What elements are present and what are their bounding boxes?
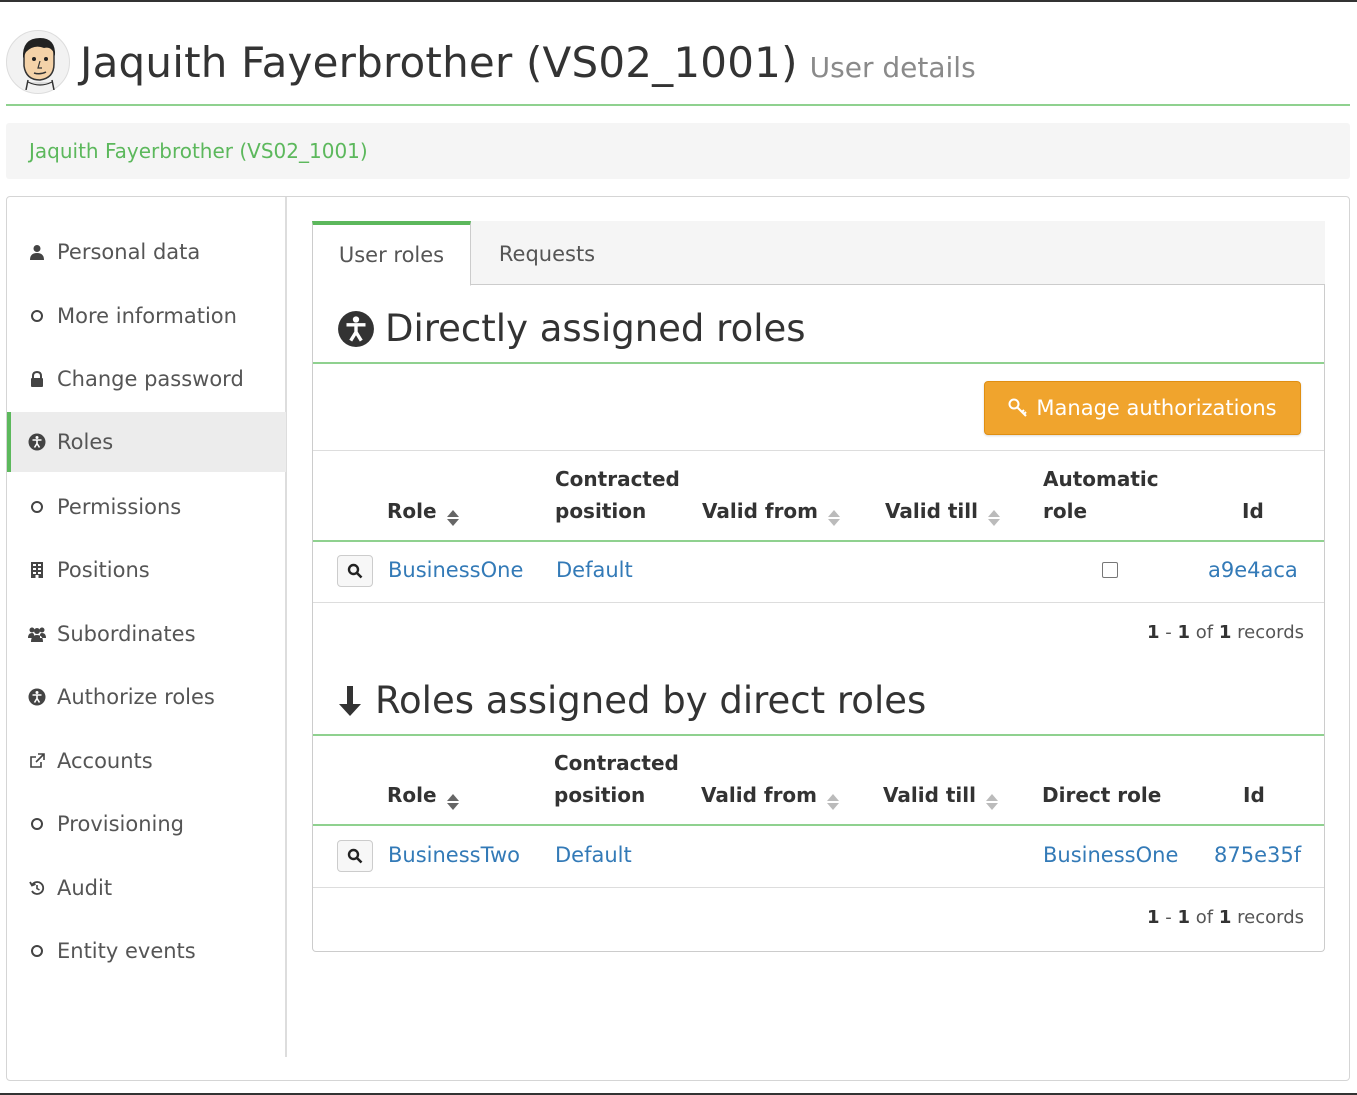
history-icon xyxy=(27,878,47,898)
sort-icon xyxy=(446,509,459,527)
sidebar-item-label: Authorize roles xyxy=(57,685,215,709)
id-link[interactable]: 875e35f xyxy=(1214,843,1301,867)
divider xyxy=(313,540,1324,542)
sidebar-item-label: Roles xyxy=(57,430,114,454)
role-link[interactable]: BusinessOne xyxy=(388,558,523,582)
accessibility-icon xyxy=(27,687,47,707)
sidebar-item-authorize-roles[interactable]: Authorize roles xyxy=(7,667,286,727)
search-icon xyxy=(347,563,363,579)
sidebar-item-label: Change password xyxy=(57,367,244,391)
tab-label: User roles xyxy=(338,243,445,267)
circle-icon xyxy=(27,306,47,326)
sidebar-item-change-password[interactable]: Change password xyxy=(7,349,286,409)
tab-label: Requests xyxy=(498,241,596,266)
divider xyxy=(313,734,1324,736)
contracted-position-link[interactable]: Default xyxy=(555,843,632,867)
column-header-contracted-position: Contracted position xyxy=(555,467,680,523)
column-header-id: Id xyxy=(1242,499,1264,523)
page-subtitle: User details xyxy=(809,50,976,84)
row-detail-button[interactable] xyxy=(337,840,373,872)
contracted-position-link[interactable]: Default xyxy=(556,558,633,582)
breadcrumb-current[interactable]: Jaquith Fayerbrother (VS02_1001) xyxy=(29,139,368,163)
button-label: Manage authorizations xyxy=(1036,396,1277,420)
section-title-text: Directly assigned roles xyxy=(385,307,806,350)
automatic-role-checkbox[interactable] xyxy=(1102,562,1118,578)
indirect-roles-heading: Roles assigned by direct roles xyxy=(337,679,926,722)
column-header-direct-role: Direct role xyxy=(1042,783,1162,807)
sidebar-item-audit[interactable]: Audit xyxy=(7,858,286,918)
column-header-role[interactable]: Role xyxy=(387,495,459,527)
circle-icon xyxy=(27,814,47,834)
column-header-id: Id xyxy=(1243,783,1265,807)
sort-icon xyxy=(446,793,459,811)
lock-icon xyxy=(27,369,47,389)
tab-requests[interactable]: Requests xyxy=(477,221,617,286)
sort-icon xyxy=(986,793,998,811)
external-link-icon xyxy=(27,751,47,771)
sidebar-item-label: Personal data xyxy=(57,240,201,264)
sidebar-item-roles[interactable]: Roles xyxy=(7,412,286,472)
column-header-valid-from[interactable]: Valid from xyxy=(702,495,841,527)
sidebar-item-label: Permissions xyxy=(57,495,182,519)
breadcrumb: Jaquith Fayerbrother (VS02_1001) xyxy=(6,123,1350,179)
page-title: Jaquith Fayerbrother (VS02_1001) xyxy=(80,37,798,87)
section-title-text: Roles assigned by direct roles xyxy=(375,679,927,722)
pagination-summary: 1 - 1 of 1 records xyxy=(1147,907,1305,928)
sort-icon xyxy=(828,509,841,527)
sidebar-item-personal-data[interactable]: Personal data xyxy=(7,222,286,282)
sidebar-item-entity-events[interactable]: Entity events xyxy=(7,921,286,981)
column-header-role[interactable]: Role xyxy=(387,779,459,811)
sort-icon xyxy=(988,509,1000,527)
column-header-valid-till[interactable]: Valid till xyxy=(885,495,1000,527)
manage-authorizations-button[interactable]: Manage authorizations xyxy=(984,381,1301,435)
sidebar: Personal data More information Change pa… xyxy=(7,197,287,1057)
column-header-contracted-position: Contracted position xyxy=(554,751,679,807)
id-link[interactable]: a9e4aca xyxy=(1208,558,1298,582)
sidebar-item-subordinates[interactable]: Subordinates xyxy=(7,604,286,664)
sidebar-item-accounts[interactable]: Accounts xyxy=(7,731,286,791)
sidebar-item-permissions[interactable]: Permissions xyxy=(7,477,286,537)
arrow-down-icon xyxy=(337,684,363,718)
divider xyxy=(313,887,1324,888)
column-header-valid-from[interactable]: Valid from xyxy=(701,779,840,811)
sidebar-item-label: Accounts xyxy=(57,749,153,773)
sidebar-item-label: Entity events xyxy=(57,939,196,963)
sidebar-item-label: More information xyxy=(57,304,237,328)
sidebar-item-label: Provisioning xyxy=(57,812,184,836)
user-icon xyxy=(27,242,47,262)
main-panel: Personal data More information Change pa… xyxy=(6,196,1350,1081)
accessibility-icon xyxy=(27,432,47,452)
search-icon xyxy=(347,848,363,864)
sidebar-item-provisioning[interactable]: Provisioning xyxy=(7,794,286,854)
accessibility-icon xyxy=(337,310,375,348)
divider xyxy=(313,362,1324,364)
sidebar-item-positions[interactable]: Positions xyxy=(7,540,286,600)
direct-role-link[interactable]: BusinessOne xyxy=(1043,843,1178,867)
key-icon xyxy=(1008,398,1028,418)
sidebar-item-label: Positions xyxy=(57,558,150,582)
circle-icon xyxy=(27,941,47,961)
sidebar-item-label: Audit xyxy=(57,876,113,900)
tab-bar: User roles Requests xyxy=(312,221,1325,286)
sidebar-item-more-information[interactable]: More information xyxy=(7,286,286,346)
divider xyxy=(313,824,1324,826)
page-header: Jaquith Fayerbrother (VS02_1001) User de… xyxy=(6,20,1350,106)
role-link[interactable]: BusinessTwo xyxy=(388,843,520,867)
avatar xyxy=(6,30,70,94)
building-icon xyxy=(27,560,47,580)
tab-user-roles[interactable]: User roles xyxy=(312,221,471,286)
divider xyxy=(313,602,1324,603)
direct-roles-heading: Directly assigned roles xyxy=(337,307,806,350)
row-detail-button[interactable] xyxy=(337,555,373,587)
circle-icon xyxy=(27,497,47,517)
sort-icon xyxy=(827,793,840,811)
column-header-valid-till[interactable]: Valid till xyxy=(883,779,998,811)
divider xyxy=(313,450,1324,451)
column-header-automatic-role: Automatic role xyxy=(1043,467,1159,523)
tab-content: Directly assigned roles Manage authoriza… xyxy=(312,285,1325,952)
users-icon xyxy=(27,624,47,644)
pagination-summary: 1 - 1 of 1 records xyxy=(1147,622,1305,643)
sidebar-item-label: Subordinates xyxy=(57,622,196,646)
